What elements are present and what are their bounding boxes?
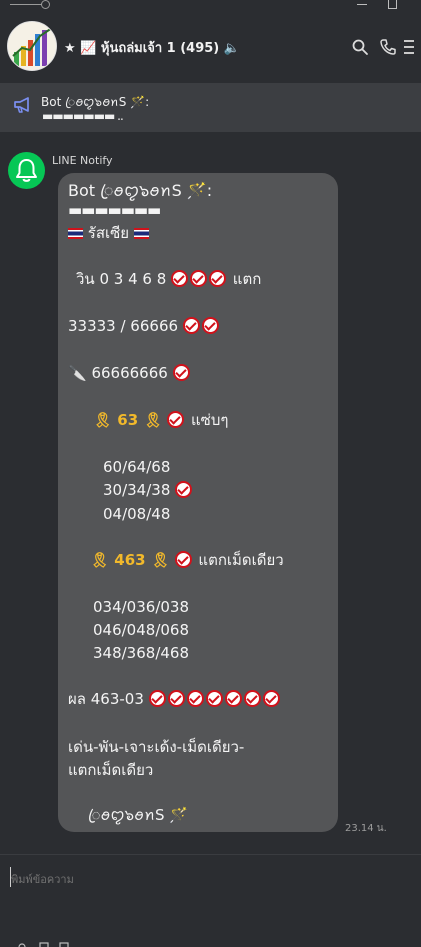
megaphone-icon [14, 97, 29, 113]
message-text: 🎗 63 🎗 [93, 411, 163, 429]
message-line: ꦿ️ꪮꨄ๖ꪮꪀS 🪄 [88, 806, 188, 824]
check-icon [172, 364, 190, 381]
line-notify-avatar[interactable] [8, 152, 45, 189]
check-icon [167, 411, 185, 428]
message-input[interactable]: พิมพ์ข้อความ [11, 870, 74, 888]
message-composer[interactable]: พิมพ์ข้อความ [0, 854, 421, 947]
chat-title[interactable]: ★ 📈 หุ้นถล่มเจ้า 1 (495) 🔈 [64, 37, 240, 58]
message-line: ผล 463-03 [68, 690, 282, 708]
check-icon [262, 690, 280, 707]
check-icon [186, 690, 204, 707]
check-icon [174, 551, 192, 568]
message-text: 30/34/38 [103, 481, 171, 499]
message-text: 33333 / 66666 [68, 317, 179, 335]
sender-name: LINE Notify [52, 154, 113, 167]
message-line: แตกเม็ดเดียว [68, 761, 154, 779]
message-line: 04/08/48 [103, 505, 171, 523]
message-text: แตก [232, 270, 262, 288]
menu-icon[interactable] [402, 38, 416, 56]
flag-icon [133, 228, 149, 239]
check-icon [182, 317, 200, 334]
message-text: รัสเซีย [87, 224, 130, 242]
message-text: 🔪 66666666 [68, 364, 168, 382]
slider-knob[interactable] [41, 0, 50, 9]
check-icon [205, 690, 223, 707]
chart-thumbnail-icon [8, 22, 56, 70]
message-bubble[interactable]: Bot ꦿ️ꪮꨄ๖ꪮꪀS 🪄: ▬▬▬▬▬▬▬ รัสเซีย วิน 0 3 … [58, 173, 338, 832]
group-avatar[interactable] [7, 21, 57, 71]
check-icon [167, 690, 185, 707]
message-text: แซ่บๆ [190, 411, 229, 429]
chat-header: ★ 📈 หุ้นถล่มเจ้า 1 (495) 🔈 [0, 10, 421, 83]
check-icon [209, 270, 227, 287]
message-line: 🎗 463 🎗 แตกเม็ดเดียว [90, 551, 284, 569]
message-line: 🔪 66666666 [68, 364, 192, 382]
message-timestamp: 23.14 น. [345, 823, 387, 834]
message-line: 33333 / 66666 [68, 317, 221, 335]
announcement-divider: ▬▬▬▬▬▬▬ .. [42, 109, 124, 123]
check-icon [171, 270, 189, 287]
check-icon [148, 690, 166, 707]
message-line: วิน 0 3 4 6 8 แตก [76, 270, 261, 288]
check-icon [201, 317, 219, 334]
message-text: วิน 0 3 4 6 8 [76, 270, 167, 288]
message-line: Bot ꦿ️ꪮꨄ๖ꪮꪀS 🪄: [68, 181, 213, 200]
message-line: 046/048/068 [93, 621, 189, 639]
maximize-icon[interactable] [388, 0, 397, 9]
message-line: 034/036/038 [93, 598, 189, 616]
message-line: รัสเซีย [68, 224, 149, 242]
minimize-icon[interactable] [357, 4, 367, 5]
check-icon [224, 690, 242, 707]
message-text: แตกเม็ดเดียว [198, 551, 284, 569]
message-text: ผล 463-03 [68, 690, 144, 708]
search-icon[interactable] [351, 38, 369, 56]
slider-track[interactable] [10, 4, 44, 5]
message-line: ▬▬▬▬▬▬▬ [68, 201, 161, 219]
flag-icon [68, 228, 83, 239]
composer-toolbar-icons[interactable] [18, 941, 78, 947]
message-line: 60/64/68 [103, 458, 171, 476]
window-titlebar [0, 0, 421, 10]
bell-icon [16, 159, 37, 182]
phone-icon[interactable] [379, 38, 397, 56]
message-line: เด่น-พัน-เจาะเด้ง-เม็ดเดียว- [68, 738, 245, 756]
chat-area[interactable]: LINE Notify Bot ꦿ️ꪮꨄ๖ꪮꪀS 🪄: ▬▬▬▬▬▬▬ รัสเ… [0, 132, 421, 854]
check-icon [190, 270, 208, 287]
message-text: 🎗 463 🎗 [90, 551, 170, 569]
check-icon [243, 690, 261, 707]
message-line: 348/368/468 [93, 644, 189, 662]
check-icon [175, 481, 193, 498]
announcement-banner[interactable]: Bot ꦿ️ꪮꨄ๖ꪮꪀS 🪄: ▬▬▬▬▬▬▬ .. [0, 83, 421, 132]
message-line: 🎗 63 🎗 แซ่บๆ [93, 411, 228, 429]
message-line: 30/34/38 [103, 481, 194, 499]
